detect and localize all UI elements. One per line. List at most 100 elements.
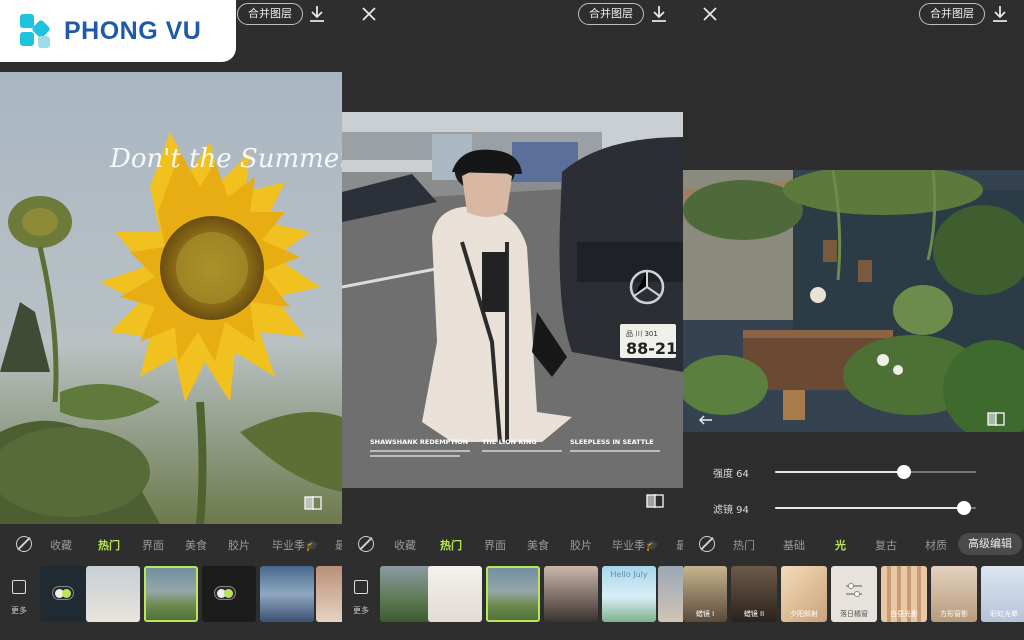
filter-thumb[interactable] <box>380 566 434 622</box>
filter-thumb[interactable] <box>202 566 256 622</box>
editor-panel-2: 合并图层 品 川 301 88-21 SHAWSHANK REDEMPTION … <box>342 0 683 640</box>
filter-thumb[interactable] <box>316 566 342 622</box>
compare-icon[interactable] <box>987 412 1005 426</box>
filter-thumb-selected[interactable] <box>486 566 540 622</box>
intensity-fill <box>775 471 904 473</box>
filter-track[interactable] <box>775 501 976 515</box>
category-tab[interactable]: 美食 <box>527 537 549 553</box>
thumb-label: 彩虹光晕 <box>990 610 1018 618</box>
license-plate-top: 品 川 301 <box>626 330 658 338</box>
category-tab[interactable]: 界面 <box>484 537 506 553</box>
brand-logo: PHONG VU <box>0 0 236 62</box>
category-tab[interactable]: 复古 <box>875 537 897 553</box>
photo-script-text: Don't the Summer time <box>109 144 342 174</box>
category-tab[interactable]: 基础 <box>783 537 805 553</box>
category-tab[interactable]: 收藏 <box>50 537 72 553</box>
compare-icon[interactable] <box>646 494 664 508</box>
thumb-label: 落日橘窗 <box>840 610 868 618</box>
close-icon[interactable] <box>701 5 719 23</box>
filter-thumb[interactable] <box>544 566 598 622</box>
category-bar: 收藏 热门 界面 美食 胶片 毕业季🎓 最 <box>0 530 342 560</box>
undo-icon[interactable] <box>699 414 713 426</box>
no-filter-icon[interactable] <box>16 536 32 552</box>
filter-thumb[interactable]: Hello July <box>602 566 656 622</box>
filter-thumb[interactable]: 蜡镜 I <box>683 566 727 622</box>
category-tab[interactable]: 美食 <box>185 537 207 553</box>
no-filter-icon[interactable] <box>699 536 715 552</box>
download-icon[interactable] <box>650 4 668 24</box>
filter-thumb[interactable] <box>428 566 482 622</box>
filter-slider[interactable]: 滤镜 94 <box>683 498 1024 518</box>
more-label: 更多 <box>11 606 27 615</box>
filter-thumb[interactable]: 方形窗影 <box>931 566 977 622</box>
filter-thumb[interactable] <box>260 566 314 622</box>
no-filter-icon[interactable] <box>358 536 374 552</box>
thumb-label: 蜡镜 II <box>743 610 765 618</box>
close-icon[interactable] <box>360 5 378 23</box>
category-tab[interactable]: 最 <box>335 537 342 553</box>
thumb-label: 蜡镜 I <box>695 610 715 618</box>
download-icon[interactable] <box>308 4 326 24</box>
filter-thumb[interactable]: 夕阳斜射 <box>781 566 827 622</box>
filter-thumb[interactable]: 落日橘窗 <box>831 566 877 622</box>
category-tab[interactable]: 收藏 <box>394 537 416 553</box>
sliders-icon <box>846 583 862 597</box>
brand-name: PHONG VU <box>64 17 202 45</box>
filter-knob[interactable] <box>956 501 971 515</box>
filter-thumb[interactable]: 白昼光影 <box>881 566 927 622</box>
merge-layers-button[interactable]: 合并图层 <box>919 3 985 25</box>
advanced-edit-button[interactable]: 高级编辑 <box>958 533 1022 555</box>
more-button[interactable]: 更多 <box>8 580 30 617</box>
filter-strip: 更多 Hello July <box>342 564 683 624</box>
thumb-label: 白昼光影 <box>890 610 918 618</box>
brand-logo-mark <box>20 14 50 48</box>
sunflower-image: Don't the Summer time <box>0 72 342 524</box>
filter-strength-label: 滤镜 94 <box>713 505 749 516</box>
filter-strip: 更多 <box>0 564 342 624</box>
filter-thumb[interactable] <box>86 566 140 622</box>
photo-street-poster[interactable]: 品 川 301 88-21 SHAWSHANK REDEMPTION THE L… <box>342 112 683 488</box>
thumb-caption: Hello July <box>610 570 648 579</box>
filter-thumb[interactable] <box>658 566 683 622</box>
toggle-icon <box>52 586 74 600</box>
more-button[interactable]: 更多 <box>350 580 372 617</box>
category-tab[interactable]: 材质 <box>925 537 947 553</box>
more-icon <box>354 580 368 594</box>
merge-layers-button[interactable]: 合并图层 <box>237 3 303 25</box>
category-tab[interactable]: 界面 <box>142 537 164 553</box>
category-bar: 热门 基础 光 复古 材质 高级编辑 <box>683 530 1024 560</box>
street-poster-image: 品 川 301 88-21 SHAWSHANK REDEMPTION THE L… <box>342 112 683 488</box>
compare-icon[interactable] <box>304 496 322 510</box>
editor-panel-1: 合并图层 Don't the Summer 收藏 热门 界面 美食 胶片 毕业季… <box>0 0 342 640</box>
merge-layers-button[interactable]: 合并图层 <box>578 3 644 25</box>
category-tab-active[interactable]: 热门 <box>98 537 120 553</box>
filter-fill <box>775 507 964 509</box>
category-bar: 收藏 热门 界面 美食 胶片 毕业季🎓 最 <box>342 530 683 560</box>
category-tab[interactable]: 最 <box>676 537 683 553</box>
download-icon[interactable] <box>991 4 1009 24</box>
toggle-icon <box>214 586 236 600</box>
photo-plant-shop[interactable] <box>683 170 1024 432</box>
editor-screens: PHONG VU 合并图层 Don't the Summer 收藏 热门 界面 … <box>0 0 1024 640</box>
poster-credit-2: THE LION KING <box>482 438 537 446</box>
intensity-slider[interactable]: 强度 64 <box>683 462 1024 482</box>
filter-thumb-selected[interactable] <box>144 566 198 622</box>
category-tab[interactable]: 胶片 <box>228 537 250 553</box>
intensity-track[interactable] <box>775 465 976 479</box>
category-tab-active[interactable]: 光 <box>835 537 846 553</box>
light-filter-strip: 蜡镜 I 蜡镜 II 夕阳斜射 落日橘窗 白昼光影 方形窗影 彩虹光晕 <box>683 564 1024 624</box>
intensity-label: 强度 64 <box>713 469 749 480</box>
category-tab[interactable]: 胶片 <box>570 537 592 553</box>
poster-credit-3: SLEEPLESS IN SEATTLE <box>570 438 654 446</box>
filter-thumb[interactable]: 蜡镜 II <box>731 566 777 622</box>
category-tab-active[interactable]: 热门 <box>440 537 462 553</box>
more-label: 更多 <box>353 606 369 615</box>
category-tab[interactable]: 毕业季🎓 <box>272 537 319 553</box>
plant-shop-image <box>683 170 1024 432</box>
intensity-knob[interactable] <box>896 465 911 479</box>
filter-thumb[interactable]: 彩虹光晕 <box>981 566 1024 622</box>
photo-sunflower[interactable]: Don't the Summer time <box>0 72 342 524</box>
more-icon <box>12 580 26 594</box>
category-tab[interactable]: 热门 <box>733 537 755 553</box>
category-tab[interactable]: 毕业季🎓 <box>612 537 659 553</box>
